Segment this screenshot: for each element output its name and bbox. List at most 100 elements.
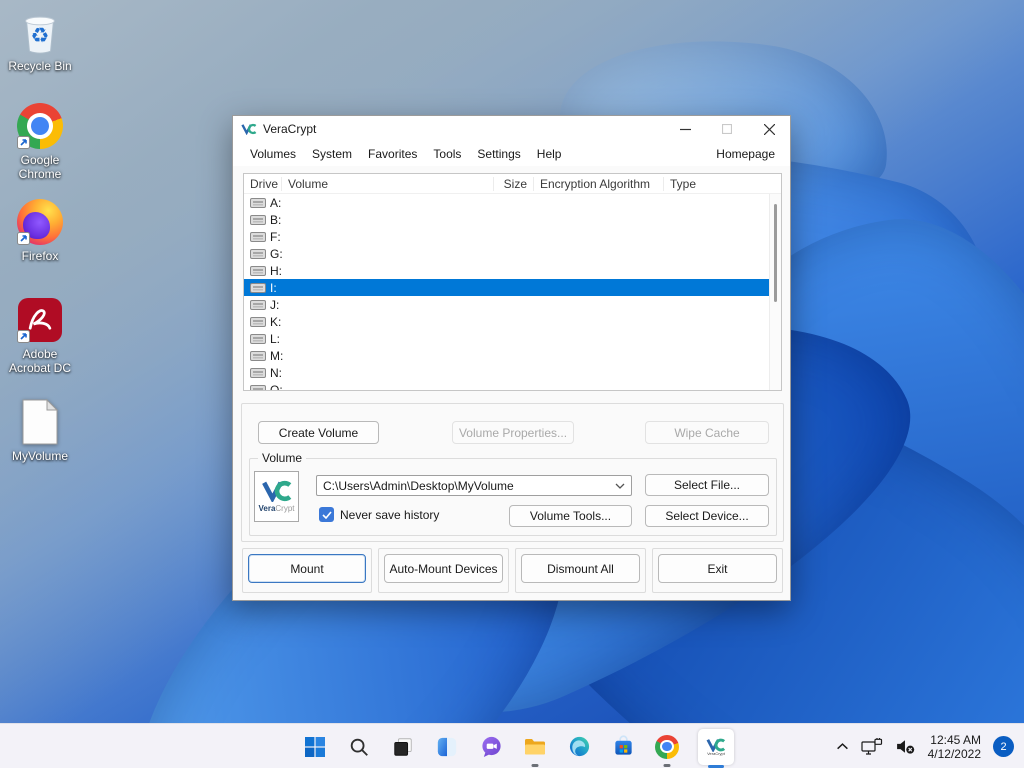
list-scrollbar[interactable] [769,194,781,390]
checkbox-checked-icon[interactable] [319,507,334,522]
network-icon[interactable] [861,738,883,756]
drive-icon [250,197,266,209]
menu-volumes[interactable]: Volumes [242,144,304,164]
drive-row[interactable]: N: [244,364,781,381]
tray-time: 12:45 AM [928,733,981,747]
drive-row[interactable]: B: [244,211,781,228]
drive-row[interactable]: G: [244,245,781,262]
drive-letter: M: [270,349,283,363]
taskbar-clock[interactable]: 12:45 AM 4/12/2022 [928,733,981,761]
desktop-icon-my-volume[interactable]: MyVolume [1,398,79,463]
chrome-taskbar-button[interactable] [654,734,680,760]
desktop-icon-google-chrome[interactable]: Google Chrome [1,102,79,181]
select-file-button[interactable]: Select File... [645,474,769,496]
chrome-icon [16,102,64,150]
edge-button[interactable] [566,734,592,760]
menu-system[interactable]: System [304,144,360,164]
drive-letter: O: [270,383,283,392]
volume-muted-icon[interactable] [895,738,916,755]
task-view-icon [392,736,414,758]
drive-letter: A: [270,196,281,210]
chat-icon [480,735,503,758]
search-button[interactable] [346,734,372,760]
window-title: VeraCrypt [263,122,316,136]
drive-letter: G: [270,247,283,261]
running-indicator [532,764,539,767]
desktop-icon-adobe-acrobat[interactable]: Adobe Acrobat DC [1,296,79,375]
dismount-all-frame: Dismount All [515,548,646,593]
system-tray: 12:45 AM 4/12/2022 2 [836,724,1014,769]
search-icon [348,736,370,758]
desktop-icon-label: Adobe Acrobat DC [1,347,79,375]
taskbar-icons: VeraCrypt [302,724,734,769]
window-titlebar[interactable]: VeraCrypt [233,116,790,142]
recycle-bin-icon: ♻ [16,8,64,56]
column-header-size[interactable]: Size [494,177,534,191]
desktop-icon-label: Firefox [22,249,59,263]
mount-button[interactable]: Mount [248,554,366,583]
drive-icon [250,350,266,362]
drive-icon [250,265,266,277]
widgets-button[interactable] [434,734,460,760]
drive-row[interactable]: J: [244,296,781,313]
column-header-encryption-algorithm[interactable]: Encryption Algorithm [534,177,664,191]
shortcut-arrow-icon [17,232,30,245]
column-header-type[interactable]: Type [664,177,781,191]
start-button[interactable] [302,734,328,760]
drive-row[interactable]: O: [244,381,781,391]
volume-path-value: C:\Users\Admin\Desktop\MyVolume [323,479,609,493]
tray-date: 4/12/2022 [928,747,981,761]
desktop-icon-recycle-bin[interactable]: ♻ Recycle Bin [1,8,79,73]
notification-badge[interactable]: 2 [993,736,1014,757]
create-volume-button[interactable]: Create Volume [258,421,379,444]
chat-button[interactable] [478,734,504,760]
drive-icon [250,299,266,311]
menu-homepage[interactable]: Homepage [710,144,781,164]
minimize-button[interactable] [664,116,706,142]
hidden-icons-chevron[interactable] [836,742,849,751]
drive-icon [250,214,266,226]
drive-letter: N: [270,366,282,380]
exit-frame: Exit [652,548,783,593]
drive-row-selected[interactable]: I: [244,279,781,296]
never-save-history-option[interactable]: Never save history [319,507,439,522]
veracrypt-logo-word: VeraCrypt [258,504,294,513]
drive-list-header: Drive Volume Size Encryption Algorithm T… [244,174,781,194]
acrobat-icon [16,296,64,344]
auto-mount-devices-button[interactable]: Auto-Mount Devices [384,554,503,583]
dismount-all-button[interactable]: Dismount All [521,554,640,583]
file-explorer-button[interactable] [522,734,548,760]
close-button[interactable] [748,116,790,142]
drive-row[interactable]: A: [244,194,781,211]
menu-favorites[interactable]: Favorites [360,144,425,164]
drive-row[interactable]: H: [244,262,781,279]
volume-tools-button[interactable]: Volume Tools... [509,505,632,527]
desktop-icon-firefox[interactable]: Firefox [1,198,79,263]
drive-rows: A: B: F: G: H: I: J: K: L: M: N: O: [244,194,781,391]
menu-tools[interactable]: Tools [425,144,469,164]
drive-row[interactable]: L: [244,330,781,347]
select-device-button[interactable]: Select Device... [645,505,769,527]
drive-letter: I: [270,281,277,295]
drive-row[interactable]: F: [244,228,781,245]
column-header-volume[interactable]: Volume [282,177,494,191]
menu-help[interactable]: Help [529,144,570,164]
never-save-history-label: Never save history [340,508,439,522]
store-button[interactable] [610,734,636,760]
drive-row[interactable]: K: [244,313,781,330]
mount-frame: Mount [242,548,372,593]
exit-button[interactable]: Exit [658,554,777,583]
firefox-icon [16,198,64,246]
veracrypt-logo-icon [241,123,257,135]
menu-settings[interactable]: Settings [469,144,528,164]
column-header-drive[interactable]: Drive [244,177,282,191]
drive-letter: F: [270,230,281,244]
menu-bar: Volumes System Favorites Tools Settings … [233,142,790,166]
scrollbar-thumb[interactable] [774,204,777,302]
veracrypt-taskbar-button[interactable]: VeraCrypt [698,729,734,765]
drive-row[interactable]: M: [244,347,781,364]
task-view-button[interactable] [390,734,416,760]
desktop-icon-label: Recycle Bin [8,59,71,73]
shortcut-arrow-icon [17,136,30,149]
volume-path-combobox[interactable]: C:\Users\Admin\Desktop\MyVolume [316,475,632,496]
